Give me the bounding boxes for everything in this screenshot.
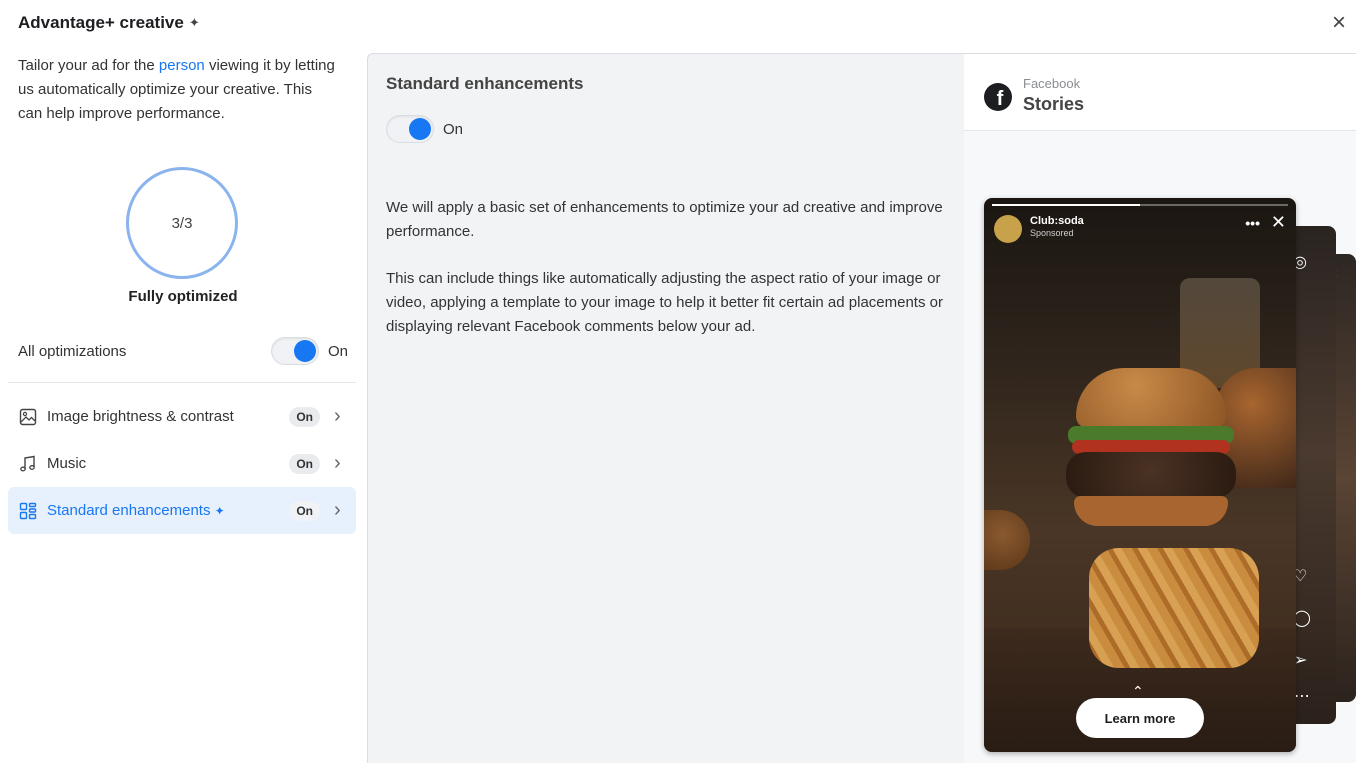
learn-more-button[interactable]: Learn more bbox=[1076, 698, 1204, 738]
left-panel: Tailor your ad for the person viewing it… bbox=[0, 52, 366, 763]
all-optimizations-toggle[interactable] bbox=[270, 337, 319, 365]
middle-panel: Standard enhancements On We will apply a… bbox=[367, 53, 964, 763]
intro-before: Tailor your ad for the bbox=[18, 57, 159, 74]
facebook-logo-icon: f bbox=[984, 83, 1012, 111]
fries-image bbox=[1089, 548, 1259, 668]
item-standard-enhancements[interactable]: Standard enhancements ✦ On › bbox=[8, 487, 356, 534]
chevron-right-icon: › bbox=[334, 452, 341, 474]
divider bbox=[8, 382, 356, 383]
progress-label: Fully optimized bbox=[128, 288, 238, 305]
story-preview-card: Club:soda Sponsored ••• ✕ ⌃ Learn more bbox=[984, 198, 1296, 752]
intro-text: Tailor your ad for the person viewing it… bbox=[18, 54, 338, 126]
sparkle-icon: ✦ bbox=[214, 504, 225, 518]
toggle-knob bbox=[409, 118, 431, 140]
optimization-progress-ring: 3/3 bbox=[126, 167, 238, 279]
standard-enhancements-toggle-group: On bbox=[386, 115, 463, 143]
item-image-brightness-contrast[interactable]: Image brightness & contrast On › bbox=[8, 393, 356, 440]
status-badge: On bbox=[289, 406, 320, 427]
chevron-right-icon: › bbox=[334, 499, 341, 521]
layout-grid-icon bbox=[18, 501, 38, 521]
more-icon[interactable]: ••• bbox=[1245, 215, 1260, 231]
preview-panel: f Facebook Stories ✕ ◎ ♡ ◯ ➢ ⋯ Club:soda… bbox=[964, 53, 1356, 763]
chevron-right-icon: › bbox=[334, 405, 341, 427]
description-paragraph: We will apply a basic set of enhancement… bbox=[386, 199, 943, 240]
all-optimizations-label: All optimizations bbox=[18, 342, 127, 360]
standard-enhancements-state: On bbox=[443, 120, 464, 138]
brand-name: Club:soda bbox=[1030, 215, 1084, 227]
status-badge: On bbox=[289, 453, 320, 474]
item-label: Standard enhancements ✦ bbox=[47, 502, 289, 519]
item-label-text: Standard enhancements bbox=[47, 502, 211, 519]
status-badge: On bbox=[289, 500, 320, 521]
item-label: Image brightness & contrast bbox=[47, 408, 234, 425]
platform-label: Facebook bbox=[1023, 76, 1081, 91]
story-progress-fill bbox=[992, 204, 1140, 206]
burger-image bbox=[1054, 368, 1244, 558]
standard-enhancements-toggle[interactable] bbox=[386, 115, 434, 143]
close-button[interactable]: × bbox=[1326, 9, 1352, 36]
section-title: Standard enhancements bbox=[386, 74, 584, 93]
story-progress-bar bbox=[992, 204, 1288, 206]
preview-header: f Facebook Stories bbox=[964, 54, 1356, 131]
music-note-icon bbox=[18, 454, 38, 474]
person-link[interactable]: person bbox=[159, 57, 205, 74]
item-music[interactable]: Music On › bbox=[8, 440, 356, 487]
all-optimizations-state: On bbox=[327, 342, 348, 360]
sponsored-label: Sponsored bbox=[1030, 228, 1074, 238]
image-icon bbox=[18, 407, 38, 427]
progress-count: 3/3 bbox=[171, 214, 193, 232]
close-icon[interactable]: ✕ bbox=[1271, 212, 1286, 233]
dialog-title-text: Advantage+ creative bbox=[18, 13, 184, 32]
dialog-title: Advantage+ creative ✦ bbox=[18, 13, 200, 33]
send-icon: ➢ bbox=[1294, 652, 1308, 669]
food-image bbox=[984, 510, 1030, 570]
optimization-list: Image brightness & contrast On › Music O… bbox=[8, 393, 356, 534]
more-icon: ⋯ bbox=[1294, 688, 1310, 705]
patty bbox=[1066, 452, 1236, 498]
all-optimizations-toggle-group: On bbox=[270, 337, 348, 365]
description: We will apply a basic set of enhancement… bbox=[386, 196, 946, 362]
sparkle-icon: ✦ bbox=[188, 15, 200, 30]
toggle-knob bbox=[293, 340, 316, 362]
placement-label: Stories bbox=[1023, 94, 1085, 114]
description-paragraph: This can include things like automatical… bbox=[386, 270, 943, 335]
item-label: Music bbox=[47, 455, 87, 472]
bun-bottom bbox=[1074, 496, 1228, 526]
avatar bbox=[994, 215, 1022, 243]
all-optimizations-row: All optimizations On bbox=[18, 334, 348, 368]
bun-top bbox=[1076, 368, 1226, 428]
